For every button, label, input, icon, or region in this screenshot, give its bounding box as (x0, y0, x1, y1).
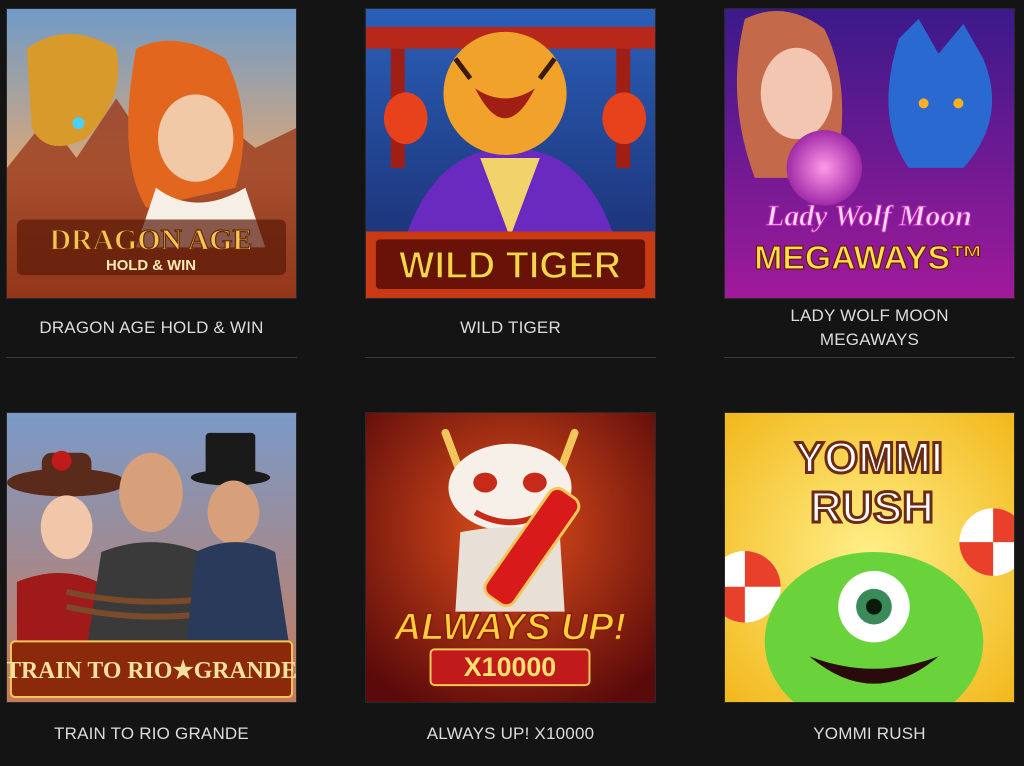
title-line-2: MEGAWAYS (819, 330, 920, 349)
yommi-logo: YOMMI (795, 434, 943, 483)
divider (6, 357, 297, 358)
rush-logo: RUSH (810, 483, 934, 532)
game-card-wild-tiger[interactable]: WILD TIGER WILD TIGER (365, 8, 656, 358)
yommi-rush-artwork: YOMMI RUSH (725, 413, 1014, 702)
train-to-rio-grande-logo: TRAIN TO RIO★GRANDE (7, 658, 296, 684)
lady-wolf-moon-logo: Lady Wolf Moon (765, 200, 972, 233)
wild-tiger-logo: WILD TIGER (399, 244, 621, 286)
game-title[interactable]: WILD TIGER (365, 299, 656, 357)
game-thumbnail[interactable]: WILD TIGER (365, 8, 656, 299)
title-line-1: LADY WOLF MOON (790, 306, 949, 325)
game-thumbnail[interactable]: TRAIN TO RIO★GRANDE (6, 412, 297, 703)
game-thumbnail[interactable]: DRAGON AGE HOLD & WIN (6, 8, 297, 299)
game-card-train-to-rio-grande[interactable]: TRAIN TO RIO★GRANDE TRAIN TO RIO GRANDE (6, 412, 297, 765)
multiplier-logo: X10000 (464, 652, 556, 682)
megaways-logo: MEGAWAYS™ (754, 239, 983, 277)
game-thumbnail[interactable]: ALWAYS UP! X10000 (365, 412, 656, 703)
game-thumbnail[interactable]: Lady Wolf Moon MEGAWAYS™ (724, 8, 1015, 299)
game-grid: DRAGON AGE HOLD & WIN DRAGON AGE HOLD & … (0, 0, 1024, 766)
game-title[interactable]: YOMMI RUSH (724, 703, 1015, 765)
divider (724, 357, 1015, 358)
always-up-artwork: ALWAYS UP! X10000 (366, 413, 655, 702)
game-card-always-up[interactable]: ALWAYS UP! X10000 ALWAYS UP! X10000 (365, 412, 656, 765)
game-thumbnail[interactable]: YOMMI RUSH (724, 412, 1015, 703)
wild-tiger-artwork: WILD TIGER (366, 9, 655, 298)
always-up-logo: ALWAYS UP! (393, 605, 626, 647)
divider (365, 357, 656, 358)
game-card-lady-wolf-moon[interactable]: Lady Wolf Moon MEGAWAYS™ LADY WOLF MOON … (724, 8, 1015, 358)
dragon-age-sublogo: HOLD & WIN (106, 258, 196, 274)
game-title[interactable]: DRAGON AGE HOLD & WIN (6, 299, 297, 357)
game-title[interactable]: LADY WOLF MOON MEGAWAYS (724, 299, 1015, 357)
lady-wolf-moon-artwork: Lady Wolf Moon MEGAWAYS™ (725, 9, 1014, 298)
game-card-yommi-rush[interactable]: YOMMI RUSH YOMMI RUSH (724, 412, 1015, 765)
dragon-age-logo: DRAGON AGE (50, 223, 253, 256)
train-to-rio-grande-artwork: TRAIN TO RIO★GRANDE (7, 413, 296, 702)
game-title[interactable]: ALWAYS UP! X10000 (365, 703, 656, 765)
game-card-dragon-age[interactable]: DRAGON AGE HOLD & WIN DRAGON AGE HOLD & … (6, 8, 297, 358)
dragon-age-artwork: DRAGON AGE HOLD & WIN (7, 9, 296, 298)
game-title[interactable]: TRAIN TO RIO GRANDE (6, 703, 297, 765)
